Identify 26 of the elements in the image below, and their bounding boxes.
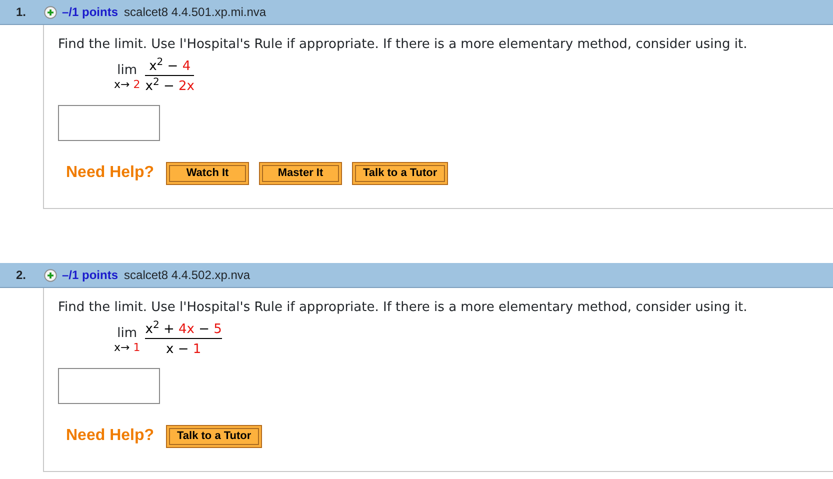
limit-approach: x→ 2: [114, 78, 140, 91]
question-number: 2.: [15, 267, 28, 284]
help-button[interactable]: Talk to a Tutor: [352, 162, 448, 185]
need-help-label: Need Help?: [66, 426, 154, 446]
fraction-numerator: x$^{2}$ − 4: [149, 60, 191, 74]
answer-field[interactable]: [58, 105, 160, 142]
help-button[interactable]: Master It: [259, 162, 342, 185]
fraction-denominator: x$^{2}$ − 2x: [145, 80, 194, 96]
help-button[interactable]: Watch It: [166, 162, 250, 185]
question-prompt: Find the limit. Use l'Hospital's Rule if appropriate. If there is a more elementary method, consider using it.: [58, 36, 748, 54]
help-button[interactable]: Talk to a Tutor: [166, 425, 262, 448]
points-link[interactable]: –/1 points: [62, 266, 118, 284]
limit-operator: lim: [117, 64, 138, 79]
plus-icon[interactable]: [44, 268, 57, 282]
question-code: scalcet8 4.4.502.xp.nva: [124, 267, 250, 284]
answer-field[interactable]: [58, 368, 160, 404]
plus-icon[interactable]: [44, 6, 57, 18]
need-help-label: Need Help?: [66, 163, 154, 184]
points-link[interactable]: –/1 points: [62, 3, 118, 21]
question-code: scalcet8 4.4.501.xp.mi.nva: [124, 4, 266, 21]
question-prompt: Find the limit. Use l'Hospital's Rule if appropriate. If there is a more elementary method, consider using it.: [58, 299, 748, 317]
fraction-denominator: x − 1: [166, 343, 202, 358]
question-number: 1.: [15, 4, 28, 21]
fraction-numerator: x$^{2}$ + 4x − 5: [145, 322, 222, 338]
limit-operator: lim: [117, 327, 138, 342]
limit-approach: x→ 1: [114, 342, 140, 354]
